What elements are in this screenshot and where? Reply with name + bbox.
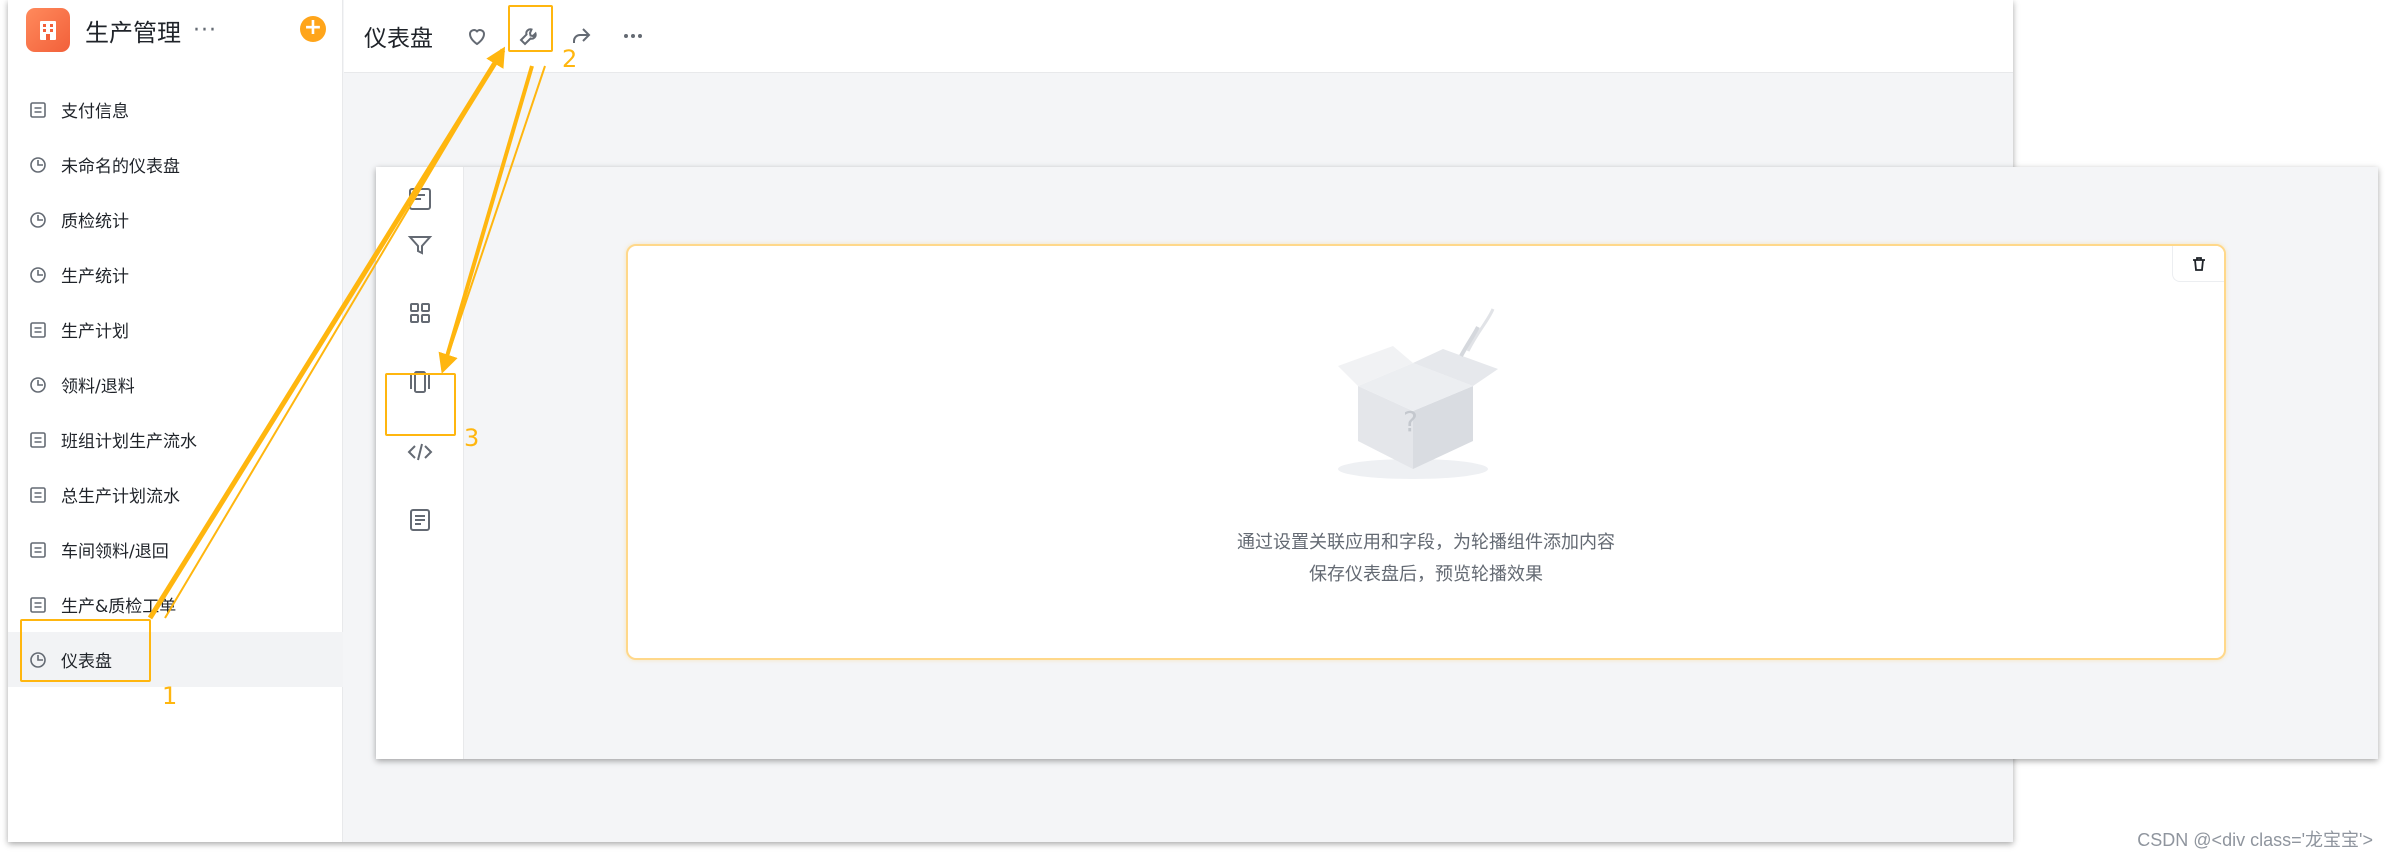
watermark: CSDN @<div class='龙宝宝'> <box>2137 830 2373 850</box>
arrow-step1-to-step2-bold <box>147 48 506 620</box>
screenshot-stage: 生产管理 ··· + 支付信息 未命名的仪表盘 质检统计 生产统计 生产计划 领料/退料班… <box>0 0 2385 852</box>
arrow-step2-to-step3-bold <box>441 65 534 371</box>
annotation-arrows <box>147 46 546 620</box>
